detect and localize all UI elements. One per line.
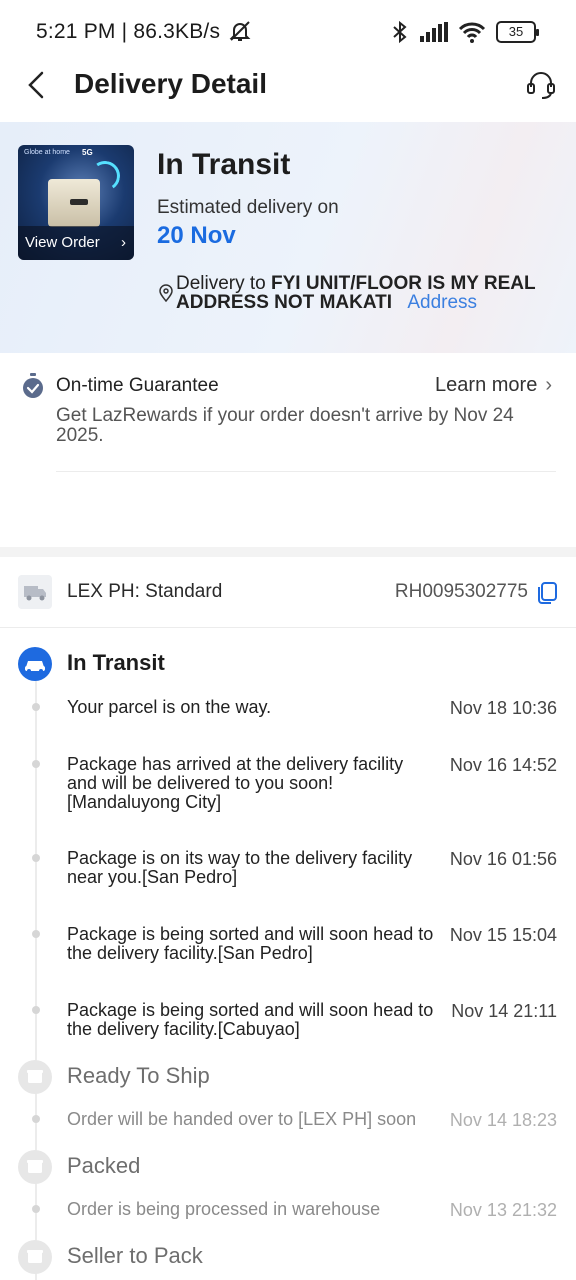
stopwatch-check-icon	[23, 373, 43, 398]
timeline-dot	[32, 1006, 40, 1014]
status-box-icon	[18, 1240, 52, 1274]
timeline-event-time: Nov 16 01:56	[449, 849, 557, 869]
timeline-step-title: Seller to Pack	[67, 1243, 203, 1268]
address-link[interactable]: Address	[407, 292, 477, 313]
delivery-prefix: Delivery to	[176, 273, 266, 294]
delivery-status-title: In Transit	[157, 148, 291, 181]
section-spacer	[0, 547, 576, 557]
estimated-delivery-label: Estimated delivery on	[157, 197, 339, 218]
guarantee-description: Get LazRewards if your order doesn't arr…	[56, 405, 514, 446]
location-pin-icon	[159, 284, 173, 302]
learn-more-link[interactable]: Learn more ›	[435, 374, 552, 397]
guarantee-title: On-time Guarantee	[56, 375, 219, 396]
timeline-dot	[32, 930, 40, 938]
status-time: 5:21 PM | 86.3KB/s	[36, 20, 252, 44]
chevron-right-icon: ›	[121, 234, 126, 251]
truck-icon	[18, 575, 52, 609]
status-bar: 5:21 PM | 86.3KB/s 35	[0, 0, 576, 62]
status-box-icon	[18, 1150, 52, 1184]
timeline-event-time: Nov 14 18:23	[449, 1110, 557, 1130]
signal-icon	[420, 22, 448, 42]
timeline-dot	[32, 703, 40, 711]
thumbnail-brand: Globe at home	[24, 149, 70, 156]
wifi-icon	[458, 22, 486, 43]
timeline-event-time: Nov 16 14:52	[449, 755, 557, 775]
product-thumbnail[interactable]: Globe at home 5G View Order ›	[18, 145, 134, 260]
timeline-dot	[32, 1205, 40, 1213]
status-time-speed: 5:21 PM | 86.3KB/s	[36, 20, 221, 43]
divider	[56, 471, 556, 472]
tracking-number: RH0095302775	[394, 581, 528, 602]
timeline-event-time: Nov 18 10:36	[449, 698, 557, 718]
timeline-dot	[32, 1115, 40, 1123]
page-title: Delivery Detail	[74, 68, 267, 99]
courier-name: LEX PH: Standard	[67, 581, 223, 602]
back-arrow-icon[interactable]	[24, 70, 50, 100]
timeline-step-title: Ready To Ship	[67, 1063, 210, 1088]
customer-support-icon[interactable]	[526, 70, 556, 100]
timeline-dot	[32, 854, 40, 862]
copy-icon[interactable]	[536, 581, 558, 605]
timeline-event-text: Your parcel is on the way.	[67, 697, 272, 717]
timeline-dot	[32, 760, 40, 768]
estimated-delivery-date: 20 Nov	[157, 222, 236, 249]
in-transit-car-icon	[18, 647, 52, 681]
timeline-event-text: Package is being sorted and will soon he…	[67, 924, 434, 963]
learn-more-label: Learn more	[435, 374, 538, 396]
courier-row: LEX PH: Standard RH0095302775	[0, 557, 576, 628]
chevron-right-icon: ›	[545, 374, 552, 396]
timeline-event-text: Package has arrived at the delivery faci…	[67, 754, 404, 812]
mute-icon	[229, 21, 251, 41]
timeline-event-text: Order will be handed over to [LEX PH] so…	[67, 1109, 417, 1129]
timeline-event-text: Package is on its way to the delivery fa…	[67, 848, 413, 887]
view-order-button[interactable]: View Order ›	[18, 226, 134, 260]
timeline-line	[35, 680, 37, 1280]
delivery-status-card: Globe at home 5G View Order › In Transit…	[0, 122, 576, 353]
thumbnail-badge: 5G	[82, 148, 93, 157]
timeline-event-text: Order is being processed in warehouse	[67, 1199, 381, 1219]
router-device-image	[48, 179, 100, 227]
app-header: Delivery Detail	[0, 62, 576, 122]
battery-indicator: 35	[496, 21, 539, 43]
timeline-event-time: Nov 15 15:04	[449, 925, 557, 945]
timeline-step-title: Packed	[67, 1153, 141, 1178]
view-order-label: View Order	[25, 234, 100, 251]
timeline-event-time: Nov 13 21:32	[449, 1200, 557, 1220]
bluetooth-icon	[393, 20, 407, 44]
timeline-step-title: In Transit	[67, 650, 165, 675]
timeline-event-text: Package is being sorted and will soon he…	[67, 1000, 434, 1039]
delivery-address: Delivery to FYI UNIT/FLOOR IS MY REAL AD…	[176, 274, 556, 312]
status-box-icon	[18, 1060, 52, 1094]
on-time-guarantee-section: On-time Guarantee Learn more › Get LazRew…	[0, 353, 576, 543]
timeline-event-time: Nov 14 21:11	[451, 1001, 557, 1021]
